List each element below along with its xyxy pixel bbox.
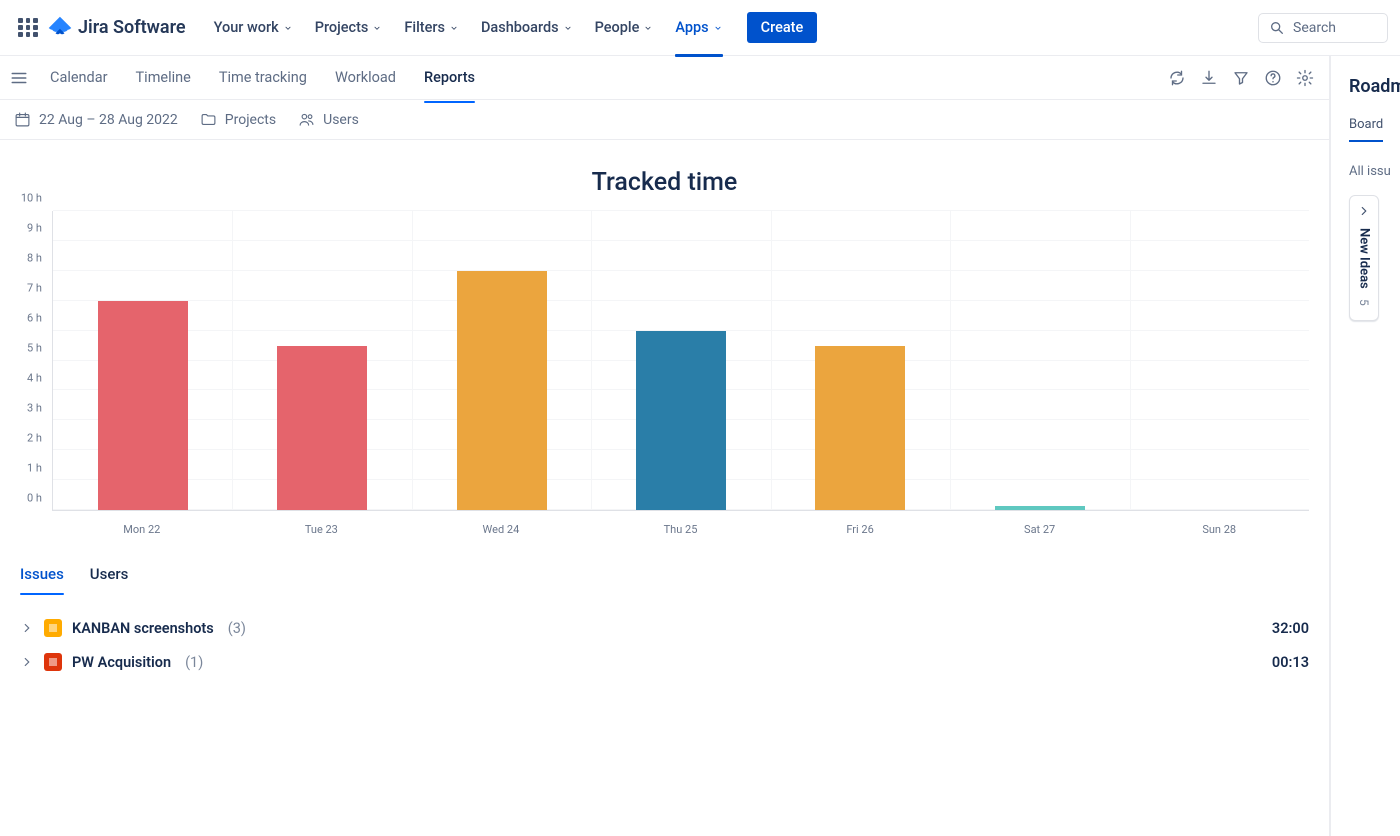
subtab-calendar[interactable]: Calendar [38,63,120,92]
projects-filter[interactable]: Projects [200,111,276,128]
y-tick: 9 h [27,222,42,235]
chevron-right-icon [20,621,34,635]
date-range-picker[interactable]: 22 Aug – 28 Aug 2022 [14,111,178,128]
filter-icon[interactable] [1227,64,1255,92]
y-tick: 10 h [21,192,42,205]
y-tick: 4 h [27,372,42,385]
search-input[interactable]: Search [1258,13,1388,43]
nav-your-work[interactable]: Your work [204,13,303,42]
y-tick: 5 h [27,342,42,355]
app-switcher-icon[interactable] [16,16,40,40]
right-panel-all-issues[interactable]: All issu [1349,164,1400,179]
chevron-down-icon [563,23,573,33]
date-range-text: 22 Aug – 28 Aug 2022 [39,112,178,128]
calendar-icon [14,111,31,128]
subtab-workload[interactable]: Workload [323,63,408,92]
users-icon [298,111,315,128]
create-button[interactable]: Create [747,12,818,43]
chart-bar [277,346,367,510]
y-tick: 2 h [27,432,42,445]
right-panel-tab-board[interactable]: Board [1331,117,1400,132]
jira-logo[interactable]: Jira Software [48,16,186,40]
x-label: Wed 24 [483,523,520,536]
chart-title: Tracked time [0,168,1329,197]
issue-time: 00:13 [1272,654,1309,671]
issue-time: 32:00 [1272,620,1309,637]
x-label: Fri 26 [846,523,873,536]
y-tick: 3 h [27,402,42,415]
lower-tab-users[interactable]: Users [90,559,129,589]
subtab-timeline[interactable]: Timeline [124,63,203,92]
x-label: Mon 22 [123,523,160,536]
help-icon[interactable] [1259,64,1287,92]
issue-count: (1) [185,654,203,671]
chevron-down-icon [713,23,723,33]
chevron-down-icon [283,23,293,33]
brand-name: Jira Software [78,17,186,38]
issue-name: PW Acquisition [72,654,171,671]
right-panel-card-count: 5 [1357,299,1371,306]
lower-tab-issues[interactable]: Issues [20,559,64,589]
chart-bar [98,301,188,510]
jira-logo-icon [48,16,72,40]
x-label: Tue 23 [305,523,338,536]
settings-icon[interactable] [1291,64,1319,92]
chevron-down-icon [643,23,653,33]
chevron-right-icon [20,655,34,669]
x-label: Thu 25 [664,523,698,536]
issue-name: KANBAN screenshots [72,620,214,637]
subtab-time-tracking[interactable]: Time tracking [207,63,319,92]
x-label: Sat 27 [1024,523,1055,536]
project-icon [44,653,62,671]
right-panel-card[interactable]: New Ideas 5 [1349,195,1379,321]
chart-bar [636,331,726,510]
nav-apps[interactable]: Apps [665,13,732,42]
users-filter[interactable]: Users [298,111,359,128]
download-icon[interactable] [1195,64,1223,92]
issue-count: (3) [228,620,246,637]
chart-bar [457,271,547,510]
x-label: Sun 28 [1202,523,1236,536]
search-placeholder: Search [1293,20,1336,36]
issue-row[interactable]: KANBAN screenshots (3) 32:00 [20,611,1309,645]
chevron-down-icon [449,23,459,33]
nav-dashboards[interactable]: Dashboards [471,13,583,42]
y-tick: 8 h [27,252,42,265]
tracked-time-chart: 0 h1 h2 h3 h4 h5 h6 h7 h8 h9 h10 h Mon 2… [12,211,1309,541]
y-tick: 6 h [27,312,42,325]
y-tick: 7 h [27,282,42,295]
projects-filter-label: Projects [225,112,276,128]
nav-people[interactable]: People [585,13,664,42]
subtab-reports[interactable]: Reports [412,63,487,92]
chart-bar [995,506,1085,510]
menu-icon[interactable] [10,69,28,87]
y-tick: 1 h [27,462,42,475]
y-tick: 0 h [27,492,42,505]
chevron-down-icon [372,23,382,33]
refresh-icon[interactable] [1163,64,1191,92]
nav-projects[interactable]: Projects [305,13,393,42]
search-icon [1269,20,1285,36]
issue-row[interactable]: PW Acquisition (1) 00:13 [20,645,1309,679]
right-panel-card-title: New Ideas [1357,228,1372,289]
project-icon [44,619,62,637]
chevron-right-icon [1357,204,1371,218]
chart-bar [815,346,905,510]
folder-icon [200,111,217,128]
users-filter-label: Users [323,112,359,128]
nav-filters[interactable]: Filters [394,13,469,42]
right-panel-title: Roadm [1331,56,1400,97]
